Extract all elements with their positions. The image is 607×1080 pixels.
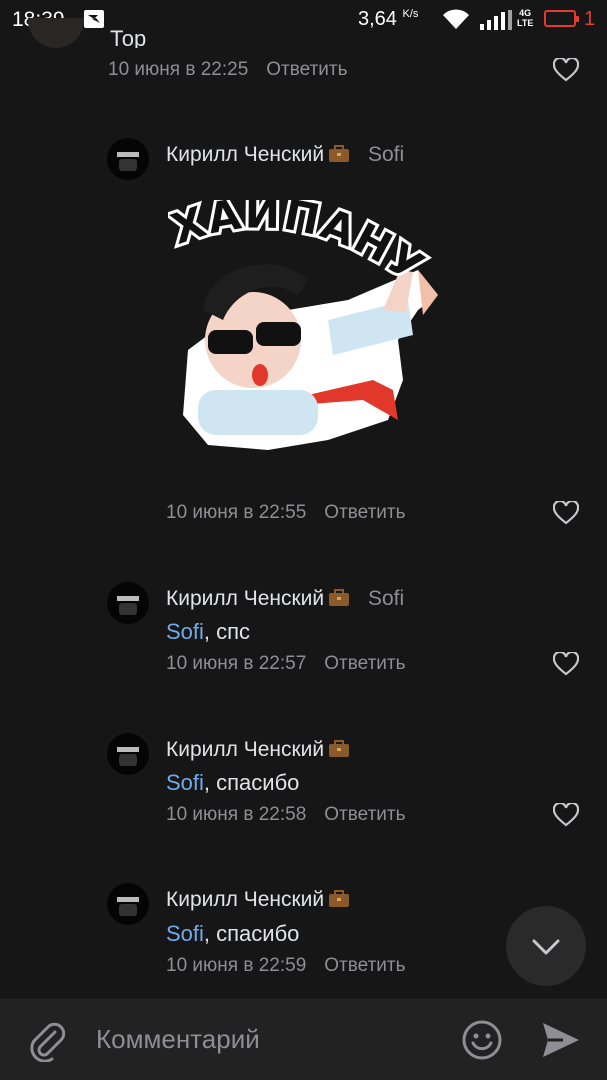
paperclip-icon[interactable]	[28, 1020, 68, 1062]
reply-link[interactable]: Ответить	[324, 955, 405, 976]
comment-meta: 10 июня в 22:58 Ответить	[166, 804, 405, 826]
network-speed-unit: K/s	[402, 8, 419, 20]
avatar[interactable]	[107, 883, 149, 925]
mention-link[interactable]: Sofi	[166, 619, 204, 644]
comment-author[interactable]: Кирилл Ченский	[166, 738, 350, 762]
like-heart-icon[interactable]	[553, 58, 579, 82]
author-name[interactable]: Кирилл Ченский	[166, 738, 324, 761]
mention-link[interactable]: Sofi	[166, 921, 204, 946]
comment-date: 10 июня в 22:55	[166, 502, 307, 523]
signal-icon	[480, 10, 512, 30]
reply-link[interactable]: Ответить	[266, 59, 347, 80]
comment-date: 10 июня в 22:57	[166, 653, 307, 674]
author-name[interactable]: Кирилл Ченский	[166, 143, 324, 166]
comment-date: 10 июня в 22:59	[166, 955, 307, 976]
comment-meta: 10 июня в 22:25 Ответить	[108, 59, 347, 81]
chevron-down-icon	[532, 939, 560, 955]
comment-composer	[0, 999, 607, 1080]
comment-date: 10 июня в 22:25	[108, 59, 249, 80]
send-icon[interactable]	[541, 1021, 581, 1059]
network-type-label: 4G	[519, 8, 532, 18]
wifi-icon	[443, 9, 469, 29]
comment-text: Тор	[110, 26, 147, 48]
avatar[interactable]	[107, 582, 149, 624]
briefcase-icon	[329, 145, 350, 162]
author-name[interactable]: Кирилл Ченский	[166, 888, 324, 911]
comment-text: Sofi, спс	[166, 619, 250, 645]
like-heart-icon[interactable]	[553, 652, 579, 676]
avatar[interactable]	[28, 18, 84, 48]
comment-author[interactable]: Кирилл Ченский	[166, 888, 350, 912]
reply-link[interactable]: Ответить	[324, 804, 405, 825]
reply-to-name[interactable]: Sofi	[368, 587, 404, 610]
network-type: 4G LTE	[517, 8, 533, 28]
comment-author[interactable]: Кирилл Ченский Sofi	[166, 587, 404, 611]
comment-meta: 10 июня в 22:59 Ответить	[166, 955, 405, 977]
mention-link[interactable]: Sofi	[166, 770, 204, 795]
briefcase-icon	[329, 890, 350, 907]
comment-input[interactable]: Комментарий	[96, 1024, 260, 1055]
reply-link[interactable]: Ответить	[324, 502, 405, 523]
smile-icon[interactable]	[461, 1019, 503, 1061]
like-heart-icon[interactable]	[553, 501, 579, 525]
like-heart-icon[interactable]	[553, 803, 579, 827]
network-sub-label: LTE	[517, 18, 534, 28]
comment-text: Sofi, спасибо	[166, 921, 299, 947]
avatar[interactable]	[107, 733, 149, 775]
comment-body: , спс	[203, 619, 251, 644]
comment-body: , спасибо	[203, 770, 300, 795]
scroll-down-button[interactable]	[506, 906, 586, 986]
network-speed-value: 3,64	[358, 8, 397, 30]
comment-date: 10 июня в 22:58	[166, 804, 307, 825]
notification-icon	[84, 10, 104, 28]
reply-to-name[interactable]: Sofi	[368, 143, 404, 166]
comment-body: , спасибо	[203, 921, 300, 946]
comment-meta: 10 июня в 22:57 Ответить	[166, 653, 405, 675]
author-name[interactable]: Кирилл Ченский	[166, 587, 324, 610]
briefcase-icon	[329, 589, 350, 606]
comment-text: Sofi, спасибо	[166, 770, 299, 796]
network-speed: 3,64 K/s	[358, 8, 418, 31]
comment-author[interactable]: Кирилл Ченский Sofi	[166, 143, 404, 167]
avatar[interactable]	[107, 138, 149, 180]
sticker-image: ХАЙПАНУЛ	[168, 200, 438, 450]
battery-level: 1	[584, 8, 596, 30]
battery-icon	[544, 10, 579, 27]
comment-meta: 10 июня в 22:55 Ответить	[166, 502, 405, 524]
briefcase-icon	[329, 740, 350, 757]
reply-link[interactable]: Ответить	[324, 653, 405, 674]
